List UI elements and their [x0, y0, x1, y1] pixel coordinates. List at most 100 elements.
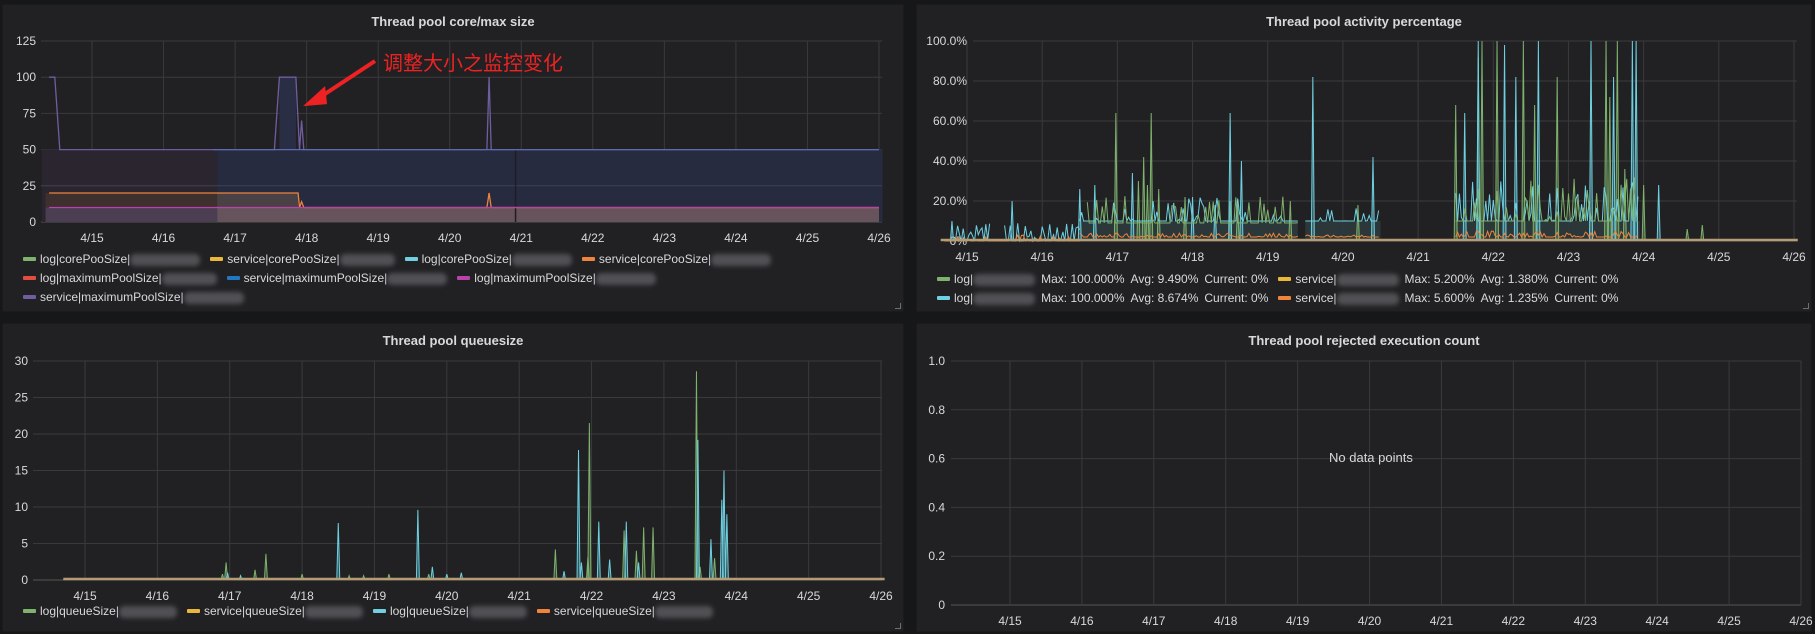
legend-item[interactable]: service|queueSize|: [186, 602, 363, 621]
series-color-swatch[interactable]: [23, 294, 36, 299]
legend-label[interactable]: service|: [1295, 291, 1336, 305]
series-color-swatch[interactable]: [1278, 276, 1292, 281]
legend-row: log| Max: 100.000% Avg: 8.674% Current: 0% s…: [937, 289, 1807, 308]
series-color-swatch[interactable]: [536, 608, 550, 613]
legend-label[interactable]: service|maximumPoolSize|: [244, 271, 388, 285]
series-color-swatch[interactable]: [1278, 295, 1292, 300]
x-tick-label: 4/24: [1632, 250, 1656, 264]
legend-item[interactable]: log|maximumPoolSize|: [457, 269, 656, 288]
legend-item[interactable]: log|maximumPoolSize|: [23, 269, 217, 288]
x-tick-label: 4/18: [295, 231, 319, 245]
resize-handle[interactable]: [895, 303, 901, 309]
x-tick-label: 4/16: [1070, 614, 1094, 628]
legend-item[interactable]: service|queueSize|: [536, 602, 713, 621]
series-spike: [1141, 156, 1146, 242]
x-tick-label: 4/20: [435, 589, 459, 603]
legend-label[interactable]: service|maximumPoolSize|: [40, 290, 184, 304]
y-tick-label: 0.4: [928, 500, 945, 514]
legend-label[interactable]: service|corePooSize|: [227, 252, 339, 266]
legend-item[interactable]: log|queueSize|: [23, 602, 177, 621]
legend-label[interactable]: log|queueSize|: [40, 604, 119, 618]
rejected-chart: 0 0.2 0.4 0.6 0.8 1.0 4/15 4/16 4/17 4/18 4/19 4/20…: [928, 354, 1813, 628]
legend-label[interactable]: service|corePooSize|: [599, 252, 711, 266]
area-fill: [1079, 221, 1298, 241]
legend-stat-current: Current: 0%: [1204, 291, 1269, 305]
legend-item[interactable]: service|corePooSize|: [210, 250, 395, 269]
legend-item[interactable]: service|maximumPoolSize|: [226, 269, 448, 288]
legend-item[interactable]: service| Max: 5.200% Avg: 1.380% Current: 0…: [1278, 270, 1618, 289]
panel-rejected-count[interactable]: Thread pool rejected execution count 0 0.…: [916, 323, 1813, 632]
legend-label[interactable]: log|corePooSize|: [422, 252, 512, 266]
series-spike: [1145, 184, 1150, 242]
panel-core-max-size[interactable]: Thread pool core/max size 0 25 50 75 100 125 4…: [2, 4, 904, 312]
legend-item[interactable]: log| Max: 100.000% Avg: 8.674% Current: 0%: [937, 289, 1268, 308]
legend-label[interactable]: service|: [1295, 272, 1336, 286]
y-tick-label: 15: [15, 464, 29, 478]
series-color-swatch[interactable]: [23, 256, 36, 261]
legend-item[interactable]: log|queueSize|: [372, 602, 527, 621]
y-tick-label: 100: [16, 70, 36, 84]
y-tick-label: 1.0: [928, 354, 945, 368]
legend-label[interactable]: log|maximumPoolSize|: [474, 271, 596, 285]
y-tick-label: 25: [15, 391, 29, 405]
series-color-swatch[interactable]: [23, 275, 36, 280]
y-tick-label: 0: [938, 598, 945, 612]
legend-stat-max: Max: 100.000%: [1041, 291, 1125, 305]
legend-label[interactable]: service|queueSize|: [554, 604, 655, 618]
series-spike: [719, 499, 724, 581]
x-tick-label: 4/20: [1331, 250, 1355, 264]
x-tick-label: 4/20: [438, 231, 462, 245]
redacted-host: [468, 605, 527, 618]
panel-queuesize[interactable]: Thread pool queuesize 0 5 10 15 20 25 30 4/15 4/…: [2, 323, 904, 632]
x-tick-label: 4/25: [797, 589, 821, 603]
series-spike: [263, 553, 268, 581]
x-tick-label: 4/24: [724, 231, 748, 245]
x-tick-label: 4/22: [1482, 250, 1506, 264]
legend-label[interactable]: log|queueSize|: [390, 604, 469, 618]
legend-item[interactable]: log| Max: 100.000% Avg: 9.490% Current: 0%: [937, 270, 1268, 289]
x-tick-label: 4/23: [1574, 614, 1598, 628]
redacted-host: [339, 253, 395, 266]
y-tick-label: 5: [21, 537, 28, 551]
area-fill: [45, 207, 218, 222]
series-spike: [624, 521, 629, 581]
legend-item[interactable]: service| Max: 5.600% Avg: 1.235% Current: 0…: [1278, 289, 1618, 308]
y-tick-label: 0.6: [928, 452, 945, 466]
legend-label[interactable]: log|: [954, 291, 973, 305]
y-tick-label: 80.0%: [933, 74, 967, 88]
series-color-swatch[interactable]: [186, 608, 200, 613]
x-tick-label: 4/19: [367, 231, 391, 245]
series-color-swatch[interactable]: [372, 608, 386, 613]
series-color-swatch[interactable]: [210, 256, 224, 261]
legend: log| Max: 100.000% Avg: 9.490% Current: 0% s…: [937, 270, 1807, 308]
x-tick-label: 4/19: [1256, 250, 1280, 264]
legend-label[interactable]: service|queueSize|: [204, 604, 305, 618]
legend-item[interactable]: service|corePooSize|: [581, 250, 772, 269]
legend-stat-current: Current: 0%: [1204, 272, 1269, 286]
annotation-text: 调整大小之监控变化: [383, 51, 563, 75]
legend-label[interactable]: log|: [954, 272, 973, 286]
series-color-swatch[interactable]: [226, 275, 240, 280]
legend-item[interactable]: service|maximumPoolSize|: [23, 288, 244, 307]
resize-handle[interactable]: [895, 623, 901, 629]
series-color-swatch[interactable]: [937, 295, 950, 300]
resize-handle[interactable]: [1803, 303, 1809, 309]
activity-chart: 0%20.0%40.0%60.0%80.0%100.0%4/154/164/17…: [926, 34, 1806, 264]
series-color-swatch[interactable]: [23, 608, 36, 613]
series-color-swatch[interactable]: [457, 275, 471, 280]
series-color-swatch[interactable]: [404, 256, 418, 261]
series-line: [1305, 208, 1380, 222]
legend-stat-max: Max: 5.200%: [1404, 272, 1475, 286]
series-spike: [1641, 184, 1646, 242]
x-tick-label: 4/15: [80, 231, 104, 245]
series-spike: [607, 559, 612, 581]
legend-item[interactable]: log|corePooSize|: [23, 250, 201, 269]
legend-label[interactable]: log|corePooSize|: [40, 252, 130, 266]
x-tick-label: 4/16: [1031, 250, 1055, 264]
series-color-swatch[interactable]: [937, 276, 950, 281]
series-color-swatch[interactable]: [581, 256, 595, 261]
panel-activity-percentage[interactable]: Thread pool activity percentage 0%20.0%4…: [916, 4, 1812, 312]
legend-item[interactable]: log|corePooSize|: [404, 250, 572, 269]
series-spike: [724, 514, 729, 581]
legend-label[interactable]: log|maximumPoolSize|: [40, 271, 162, 285]
